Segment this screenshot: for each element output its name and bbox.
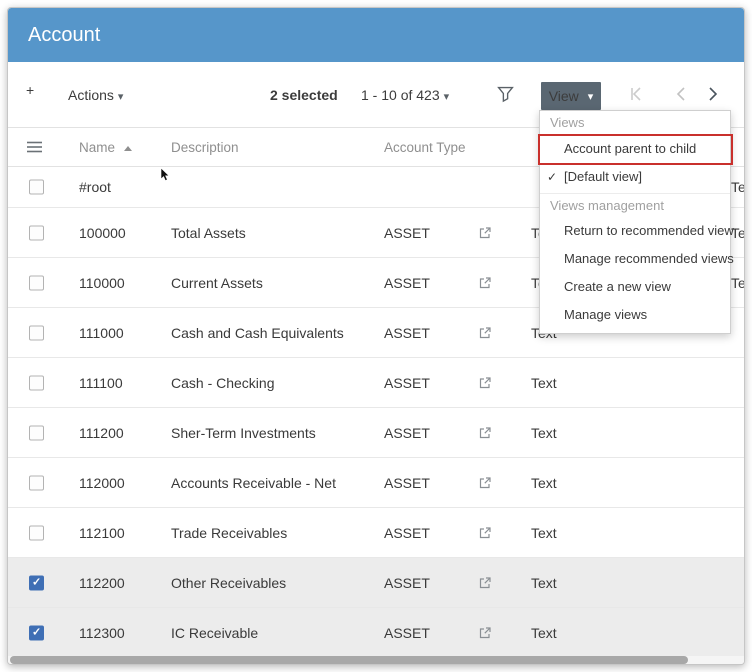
external-link-icon[interactable] xyxy=(478,226,492,240)
cell-account-type: ASSET xyxy=(384,625,430,641)
hamburger-icon[interactable] xyxy=(26,140,43,154)
table-row[interactable]: 112100 Trade Receivables ASSET Text xyxy=(8,508,744,558)
table-row[interactable]: 111100 Cash - Checking ASSET Text xyxy=(8,358,744,408)
cell-description: Total Assets xyxy=(171,225,246,241)
menu-item-account-parent-to-child[interactable]: Account parent to child xyxy=(540,135,730,163)
column-header-name[interactable]: Name xyxy=(79,140,132,155)
external-link-icon[interactable] xyxy=(478,626,492,640)
cell-name: 111200 xyxy=(79,425,124,441)
horizontal-scrollbar[interactable] xyxy=(8,656,744,664)
menu-item-return-to-recommended-view[interactable]: Return to recommended view xyxy=(540,217,730,245)
menu-item-create-a-new-view[interactable]: Create a new view xyxy=(540,273,730,301)
row-checkbox[interactable] xyxy=(29,225,44,240)
view-button-label: View xyxy=(549,88,579,104)
row-checkbox[interactable] xyxy=(29,475,44,490)
table-row[interactable]: 112200 Other Receivables ASSET Text xyxy=(8,558,744,608)
view-button[interactable]: View ▾ xyxy=(541,82,601,110)
cell-description: Trade Receivables xyxy=(171,525,287,541)
cell-name: 112200 xyxy=(79,575,125,591)
column-header-account-type[interactable]: Account Type xyxy=(384,140,466,155)
cell-name: 111000 xyxy=(79,325,124,341)
filter-icon[interactable] xyxy=(497,86,514,103)
chevron-down-icon: ▾ xyxy=(118,91,124,103)
next-page-icon[interactable] xyxy=(704,86,720,102)
add-button[interactable]: + xyxy=(26,82,34,98)
account-window: Account + Actions ▾ 2 selected 1 - 10 of … xyxy=(7,7,745,665)
cell-description: IC Receivable xyxy=(171,625,258,641)
row-checkbox[interactable] xyxy=(29,375,44,390)
scrollbar-thumb[interactable] xyxy=(10,656,688,664)
external-link-icon[interactable] xyxy=(478,326,492,340)
view-dropdown-menu: Views Account parent to child ✓ [Default … xyxy=(539,110,731,334)
cell-attr: Text xyxy=(531,525,557,541)
cell-description: Cash - Checking xyxy=(171,375,275,391)
cell-account-type: ASSET xyxy=(384,575,430,591)
cell-account-type: ASSET xyxy=(384,375,430,391)
chevron-down-icon: ▾ xyxy=(588,90,594,103)
cell-attr: Text xyxy=(531,375,557,391)
external-link-icon[interactable] xyxy=(478,526,492,540)
first-page-icon[interactable] xyxy=(628,86,644,102)
cell-description: Cash and Cash Equivalents xyxy=(171,325,344,341)
pagination-label: 1 - 10 of 423 xyxy=(361,87,440,103)
cell-description: Current Assets xyxy=(171,275,263,291)
cell-attr: Text xyxy=(531,425,557,441)
cell-name: 111100 xyxy=(79,375,123,391)
menu-item-default-view-label: [Default view] xyxy=(564,169,642,184)
pagination-dropdown[interactable]: 1 - 10 of 423 ▾ xyxy=(361,87,449,103)
cell-attr: Text xyxy=(531,475,557,491)
cell-account-type: ASSET xyxy=(384,425,430,441)
external-link-icon[interactable] xyxy=(478,426,492,440)
sort-ascending-icon xyxy=(124,146,132,151)
cell-name: 110000 xyxy=(79,275,125,291)
row-checkbox[interactable] xyxy=(29,625,44,640)
external-link-icon[interactable] xyxy=(478,376,492,390)
table-row[interactable]: 112000 Accounts Receivable - Net ASSET T… xyxy=(8,458,744,508)
column-header-description[interactable]: Description xyxy=(171,140,239,155)
cell-account-type: ASSET xyxy=(384,525,430,541)
cell-name: 112000 xyxy=(79,475,125,491)
row-checkbox[interactable] xyxy=(29,425,44,440)
row-checkbox[interactable] xyxy=(29,275,44,290)
cell-account-type: ASSET xyxy=(384,275,430,291)
cell-attr: Text xyxy=(531,625,557,641)
cell-account-type: ASSET xyxy=(384,225,430,241)
menu-item-default-view[interactable]: ✓ [Default view] xyxy=(540,163,730,191)
table-row[interactable]: 111200 Sher-Term Investments ASSET Text xyxy=(8,408,744,458)
actions-dropdown-button[interactable]: Actions ▾ xyxy=(68,87,123,103)
row-checkbox[interactable] xyxy=(29,575,44,590)
external-link-icon[interactable] xyxy=(478,276,492,290)
cell-description: Other Receivables xyxy=(171,575,286,591)
cell-description: Accounts Receivable - Net xyxy=(171,475,336,491)
column-header-name-label: Name xyxy=(79,140,115,155)
check-icon: ✓ xyxy=(547,163,557,191)
external-link-icon[interactable] xyxy=(478,476,492,490)
mouse-cursor xyxy=(160,168,172,182)
menu-item-manage-views[interactable]: Manage views xyxy=(540,301,730,329)
cell-edge-clipped: Text xyxy=(731,179,745,195)
page-title: Account xyxy=(8,8,744,62)
cell-account-type: ASSET xyxy=(384,325,430,341)
cell-name: #root xyxy=(79,179,111,195)
menu-section-header-views-management: Views management xyxy=(540,193,730,217)
selected-count: 2 selected xyxy=(270,87,338,103)
cell-attr: Text xyxy=(531,575,557,591)
cell-name: 100000 xyxy=(79,225,126,241)
row-checkbox[interactable] xyxy=(29,525,44,540)
cell-description: Sher-Term Investments xyxy=(171,425,316,441)
cell-name: 112100 xyxy=(79,525,125,541)
row-checkbox[interactable] xyxy=(29,180,44,195)
menu-section-header-views: Views xyxy=(540,111,730,135)
prev-page-icon[interactable] xyxy=(674,86,690,102)
cell-name: 112300 xyxy=(79,625,125,641)
menu-item-manage-recommended-views[interactable]: Manage recommended views xyxy=(540,245,730,273)
chevron-down-icon: ▾ xyxy=(444,91,450,103)
cell-edge-clipped: Text xyxy=(731,275,745,291)
table-row[interactable]: 112300 IC Receivable ASSET Text xyxy=(8,608,744,658)
cell-account-type: ASSET xyxy=(384,475,430,491)
actions-label: Actions xyxy=(68,87,114,103)
external-link-icon[interactable] xyxy=(478,576,492,590)
row-checkbox[interactable] xyxy=(29,325,44,340)
